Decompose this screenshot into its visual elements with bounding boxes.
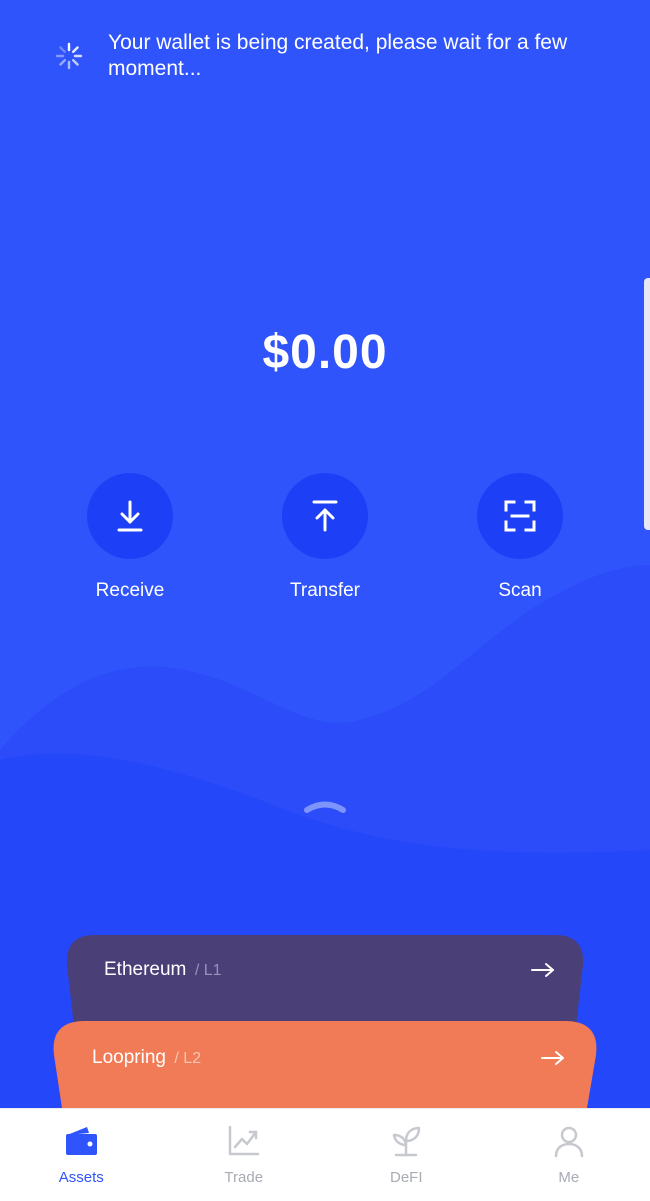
loading-spinner-icon <box>55 42 83 70</box>
scan-button[interactable]: Scan <box>455 473 585 602</box>
tab-defi[interactable]: DeFI <box>325 1109 488 1201</box>
ethereum-network-card[interactable]: Ethereum / L1 <box>104 957 556 983</box>
tab-me[interactable]: Me <box>488 1109 650 1201</box>
bottom-tab-bar: Assets Trade DeFI <box>0 1108 650 1201</box>
arrow-right-icon <box>530 962 556 978</box>
tab-me-label: Me <box>488 1169 650 1186</box>
notice-text: Your wallet is being created, please wai… <box>108 30 615 82</box>
arrow-right-icon <box>540 1050 566 1066</box>
tab-assets-label: Assets <box>0 1169 163 1186</box>
transfer-label: Transfer <box>260 580 390 602</box>
user-icon <box>551 1123 587 1159</box>
tab-assets[interactable]: Assets <box>0 1109 163 1201</box>
transfer-button[interactable]: Transfer <box>260 473 390 602</box>
ethereum-card-title: Ethereum / L1 <box>104 959 222 981</box>
loopring-layer: / L2 <box>174 1050 201 1067</box>
loopring-network-card[interactable]: Loopring / L2 <box>92 1045 566 1071</box>
expand-handle-icon[interactable] <box>303 797 347 815</box>
chart-icon <box>226 1123 262 1159</box>
download-icon <box>115 499 145 533</box>
tab-trade-label: Trade <box>163 1169 326 1186</box>
sprout-icon <box>388 1123 424 1159</box>
edge-panel-handle[interactable] <box>644 278 650 530</box>
loopring-name: Loopring <box>92 1047 166 1068</box>
ethereum-name: Ethereum <box>104 959 186 980</box>
tab-trade[interactable]: Trade <box>163 1109 326 1201</box>
upload-icon <box>310 499 340 533</box>
scan-circle[interactable] <box>477 473 563 559</box>
wallet-icon <box>63 1123 99 1159</box>
wallet-creation-notice: Your wallet is being created, please wai… <box>55 30 615 82</box>
receive-button[interactable]: Receive <box>65 473 195 602</box>
receive-label: Receive <box>65 580 195 602</box>
total-balance: $0.00 <box>0 325 650 380</box>
scan-icon <box>503 499 537 533</box>
loopring-card-title: Loopring / L2 <box>92 1047 201 1069</box>
scan-label: Scan <box>455 580 585 602</box>
receive-circle[interactable] <box>87 473 173 559</box>
transfer-circle[interactable] <box>282 473 368 559</box>
ethereum-layer: / L1 <box>195 962 222 979</box>
wallet-screen: Your wallet is being created, please wai… <box>0 0 650 1108</box>
tab-defi-label: DeFI <box>325 1169 488 1186</box>
network-cards: Ethereum / L1 Loopring / L2 <box>0 935 650 1108</box>
